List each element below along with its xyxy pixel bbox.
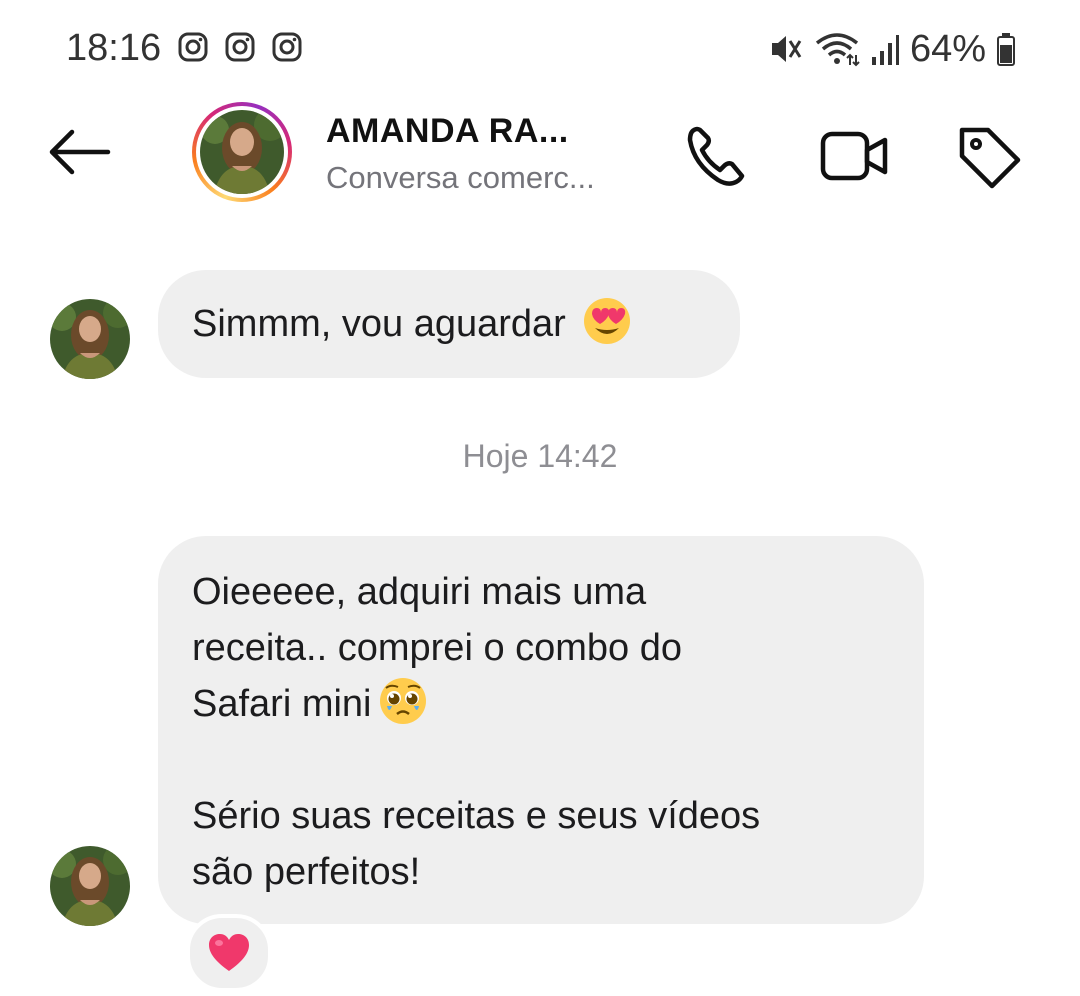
- battery-percent: 64%: [909, 27, 986, 70]
- sender-avatar[interactable]: [50, 846, 130, 926]
- instagram-icon: [272, 32, 302, 62]
- pleading-face-emoji-icon: [379, 678, 426, 724]
- sender-avatar[interactable]: [50, 299, 130, 379]
- battery-icon: [997, 33, 1015, 66]
- message-bubble[interactable]: Oieeeee, adquiri mais uma receita.. comp…: [158, 536, 924, 924]
- contact-name[interactable]: AMANDA RA...: [326, 112, 569, 151]
- message-line-text: Safari mini: [192, 683, 372, 725]
- message-reaction[interactable]: [186, 914, 272, 992]
- contact-avatar[interactable]: [192, 102, 292, 202]
- instagram-icon: [225, 32, 255, 62]
- instagram-icon: [178, 32, 208, 62]
- video-call-icon[interactable]: [818, 120, 890, 192]
- message-line: receita.. comprei o combo do: [192, 627, 683, 669]
- tag-icon[interactable]: [952, 120, 1024, 192]
- message-line: Safari mini: [192, 676, 890, 732]
- signal-icon: [871, 35, 899, 65]
- avatar-photo: [200, 110, 284, 194]
- status-time: 18:16: [66, 27, 162, 69]
- chat-header: AMANDA RA... Conversa comerc...: [0, 100, 1080, 210]
- status-bar: 18:16 64%: [0, 0, 1080, 100]
- vibrate-mute-icon: [771, 36, 802, 62]
- message-line: Oieeeee, adquiri mais uma: [192, 571, 647, 613]
- conversation-label[interactable]: Conversa comerc...: [326, 160, 595, 196]
- message-line: Sério suas receitas e seus vídeos: [192, 795, 761, 837]
- status-indicators: 64%: [768, 27, 1016, 71]
- wifi-icon: [815, 33, 860, 67]
- message-line: são perfeitos!: [192, 851, 421, 893]
- phone-call-icon[interactable]: [680, 120, 752, 192]
- message-bubble[interactable]: Simmm, vou aguardar: [158, 270, 740, 378]
- back-arrow-icon[interactable]: [44, 122, 114, 182]
- heart-reaction-icon: [209, 934, 249, 971]
- message-text: Simmm, vou aguardar: [192, 303, 566, 345]
- heart-eyes-emoji-icon: [584, 298, 631, 344]
- message-timestamp: Hoje 14:42: [462, 438, 618, 474]
